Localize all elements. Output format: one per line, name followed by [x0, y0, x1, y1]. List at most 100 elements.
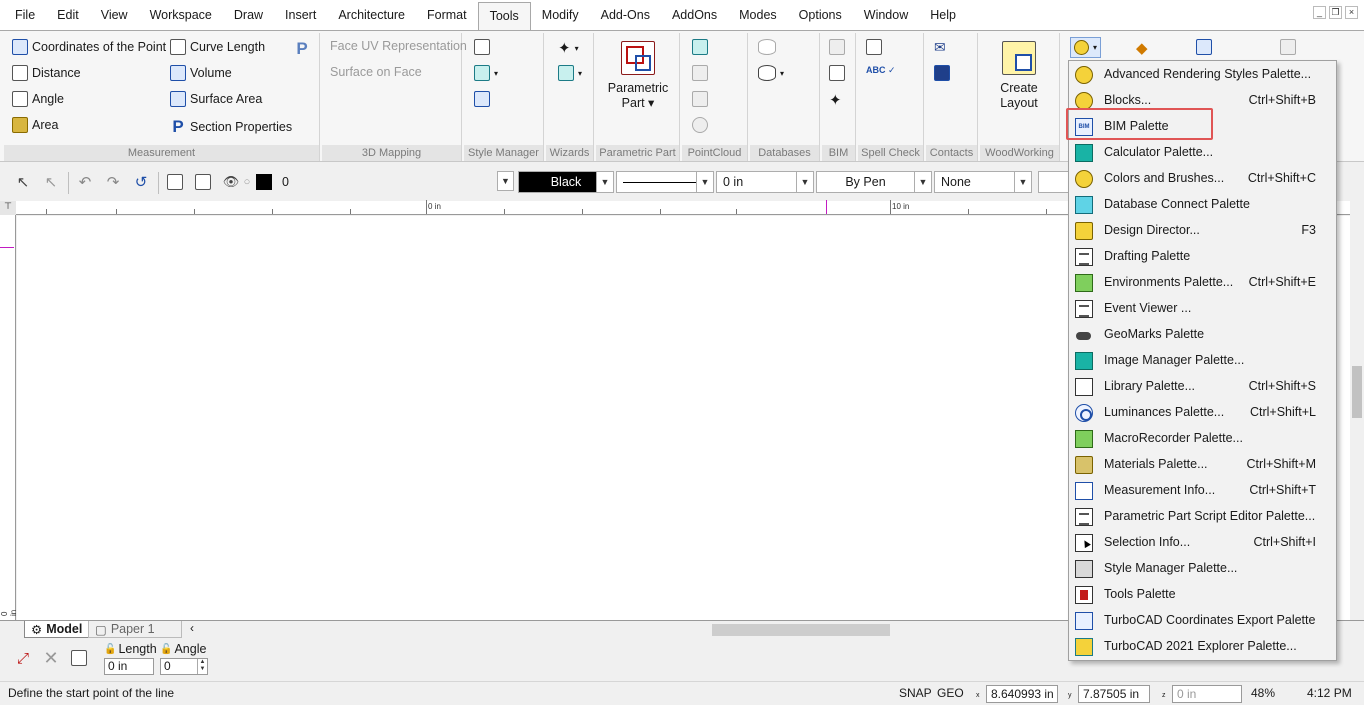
- menu-addons[interactable]: AddOns: [661, 2, 728, 28]
- angle-field[interactable]: 0 ▲ ▼: [160, 658, 208, 675]
- x-coordinate-field[interactable]: 8.640993 in: [986, 685, 1058, 703]
- pointcloud-3-button[interactable]: [692, 91, 708, 107]
- bim-tool-button[interactable]: ✦: [829, 91, 842, 109]
- menu-item-geomarks[interactable]: GeoMarks Palette: [1069, 321, 1336, 347]
- menu-architecture[interactable]: Architecture: [327, 2, 416, 28]
- menu-item-drafting[interactable]: Drafting Palette: [1069, 243, 1336, 269]
- menu-item-turbocad-explorer[interactable]: TurboCAD 2021 Explorer Palette...: [1069, 633, 1336, 659]
- extra-combo[interactable]: [1038, 171, 1070, 193]
- pattern-combo[interactable]: None ▼: [934, 171, 1032, 193]
- render-button[interactable]: ◆: [1136, 39, 1148, 57]
- layers-table-button[interactable]: [164, 171, 186, 193]
- tab-paper-1[interactable]: ▢ Paper 1: [88, 621, 182, 638]
- wizard-2-button[interactable]: ▾: [558, 65, 582, 81]
- pointcloud-2-button[interactable]: [692, 65, 708, 81]
- parametric-part-button[interactable]: Parametric Part ▾: [600, 41, 676, 111]
- style-manager-button[interactable]: [474, 39, 490, 55]
- line-style-combo[interactable]: ▼: [616, 171, 714, 193]
- chevron-down-icon[interactable]: ▼: [796, 172, 813, 192]
- style-list-button[interactable]: ▾: [474, 65, 498, 81]
- menu-item-macro-recorder[interactable]: MacroRecorder Palette...: [1069, 425, 1336, 451]
- abc-check-button[interactable]: ABC ✓: [866, 65, 896, 76]
- volume-button[interactable]: Volume: [170, 65, 232, 81]
- undo-list-button[interactable]: ↺: [130, 171, 152, 193]
- wizard-button[interactable]: ✦ ▾: [558, 39, 579, 57]
- database-connect-button[interactable]: ▾: [758, 65, 784, 81]
- menu-workspace[interactable]: Workspace: [139, 2, 223, 28]
- chevron-down-icon[interactable]: ▼: [696, 172, 713, 192]
- surface-area-button[interactable]: Surface Area: [170, 91, 262, 107]
- menu-tools[interactable]: Tools: [477, 2, 531, 31]
- menu-item-image-manager[interactable]: Image Manager Palette...: [1069, 347, 1336, 373]
- color-combo[interactable]: Black ▼: [518, 171, 614, 193]
- layer-manager-button[interactable]: [192, 171, 214, 193]
- menu-format[interactable]: Format: [416, 2, 478, 28]
- chevron-down-icon[interactable]: ▼: [1014, 172, 1031, 192]
- layer-lock-button[interactable]: ○: [236, 171, 258, 193]
- cancel-button[interactable]: ✕: [40, 647, 62, 669]
- minimize-icon[interactable]: _: [1313, 6, 1326, 19]
- pen-combo[interactable]: By Pen ▼: [816, 171, 932, 193]
- tab-model[interactable]: ⚙ Model: [24, 621, 90, 638]
- horizontal-scrollbar-thumb[interactable]: [712, 624, 890, 636]
- scrollbar-thumb[interactable]: [1352, 366, 1362, 418]
- y-coordinate-field[interactable]: 7.87505 in: [1078, 685, 1150, 703]
- database-button[interactable]: [758, 39, 776, 55]
- menu-edit[interactable]: Edit: [46, 2, 90, 28]
- menu-window[interactable]: Window: [853, 2, 919, 28]
- ruler-origin-button[interactable]: ⊤: [0, 201, 16, 215]
- menu-item-selection-info[interactable]: Selection Info...Ctrl+Shift+I: [1069, 529, 1336, 555]
- vertical-scrollbar[interactable]: [1350, 201, 1364, 621]
- style-apply-button[interactable]: [474, 91, 490, 107]
- menu-item-design-director[interactable]: Design Director... F3: [1069, 217, 1336, 243]
- properties-p-button[interactable]: P: [294, 39, 310, 59]
- menu-draw[interactable]: Draw: [223, 2, 274, 28]
- distance-button[interactable]: Distance: [12, 65, 81, 81]
- layer-combo[interactable]: 0 ▼: [276, 171, 514, 193]
- undo-button[interactable]: ↶: [74, 171, 96, 193]
- area-button[interactable]: Area: [12, 117, 58, 133]
- menu-file[interactable]: File: [4, 2, 46, 28]
- section-properties-button[interactable]: P Section Properties: [170, 117, 292, 137]
- menu-item-measurement-info[interactable]: Measurement Info... Ctrl+Shift+T: [1069, 477, 1336, 503]
- select-button[interactable]: ↖: [12, 171, 34, 193]
- menu-add-ons[interactable]: Add-Ons: [590, 2, 661, 28]
- contacts-book-button[interactable]: [934, 65, 950, 81]
- menu-item-environments[interactable]: Environments Palette... Ctrl+Shift+E: [1069, 269, 1336, 295]
- redo-button[interactable]: ↷: [102, 171, 124, 193]
- layer-color-swatch[interactable]: [256, 174, 272, 190]
- create-layout-button[interactable]: Create Layout: [982, 41, 1056, 111]
- menu-item-event-viewer[interactable]: Event Viewer ...: [1069, 295, 1336, 321]
- chevron-down-icon[interactable]: ▼: [497, 171, 514, 191]
- grid-button[interactable]: [1280, 39, 1296, 55]
- angle-button[interactable]: Angle: [12, 91, 64, 107]
- length-field[interactable]: 0 in: [104, 658, 154, 675]
- menu-item-style-manager[interactable]: Style Manager Palette...: [1069, 555, 1336, 581]
- menu-item-coordinates-export[interactable]: TurboCAD Coordinates Export Palette: [1069, 607, 1336, 633]
- menu-insert[interactable]: Insert: [274, 2, 327, 28]
- menu-item-tools-palette[interactable]: Tools Palette: [1069, 581, 1336, 607]
- menu-item-library[interactable]: Library Palette... Ctrl+Shift+S: [1069, 373, 1336, 399]
- pointcloud-button[interactable]: [692, 39, 708, 55]
- menu-item-colors-and-brushes[interactable]: Colors and Brushes... Ctrl+Shift+C: [1069, 165, 1336, 191]
- bim-list-button[interactable]: [829, 65, 845, 81]
- surface-on-face-button[interactable]: Surface on Face: [330, 65, 422, 79]
- contacts-mail-button[interactable]: ✉: [934, 39, 946, 56]
- menu-item-calculator[interactable]: Calculator Palette...: [1069, 139, 1336, 165]
- document-button[interactable]: [1196, 39, 1212, 55]
- menu-item-parametric-script-editor[interactable]: Parametric Part Script Editor Palette...: [1069, 503, 1336, 529]
- pointcloud-4-button[interactable]: [692, 117, 708, 133]
- menu-help[interactable]: Help: [919, 2, 967, 28]
- z-coordinate-field[interactable]: 0 in: [1172, 685, 1242, 703]
- spell-check-button[interactable]: [866, 39, 882, 55]
- line-width-combo[interactable]: 0 in ▼: [716, 171, 814, 193]
- snap-toggle[interactable]: SNAP: [899, 686, 932, 700]
- menu-item-advanced-rendering-styles[interactable]: Advanced Rendering Styles Palette...: [1069, 61, 1336, 87]
- chevron-down-icon[interactable]: ▼: [914, 172, 931, 192]
- menu-modes[interactable]: Modes: [728, 2, 788, 28]
- restore-icon[interactable]: ❐: [1329, 6, 1342, 19]
- menu-options[interactable]: Options: [788, 2, 853, 28]
- menu-item-database-connect[interactable]: Database Connect Palette: [1069, 191, 1336, 217]
- menu-item-luminances[interactable]: Luminances Palette... Ctrl+Shift+L: [1069, 399, 1336, 425]
- palettes-dropdown-button[interactable]: ▾: [1070, 37, 1102, 58]
